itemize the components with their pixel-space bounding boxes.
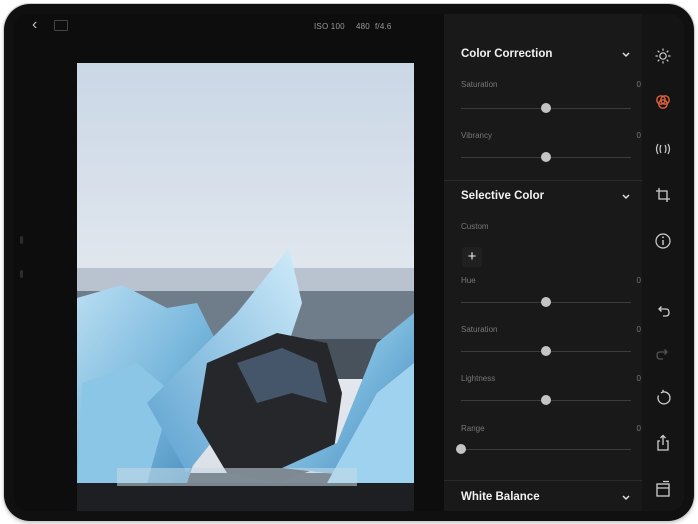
iso-readout: ISO 100 — [314, 22, 345, 31]
redo-icon[interactable] — [654, 346, 672, 364]
sc-saturation-knob[interactable] — [541, 346, 551, 356]
color-icon[interactable] — [654, 93, 672, 111]
vibrancy-slider[interactable] — [461, 152, 631, 162]
chevron-down-icon[interactable] — [621, 50, 631, 60]
range-knob[interactable] — [456, 444, 466, 454]
hue-label: Hue — [461, 276, 476, 285]
adjustments-panel: Color Correction Saturation 0 Vibrancy 0… — [444, 14, 642, 511]
add-color-button[interactable]: + — [462, 247, 482, 267]
saturation-slider[interactable] — [461, 103, 631, 113]
vibrancy-label: Vibrancy — [461, 131, 492, 140]
photo-canvas[interactable] — [77, 63, 414, 511]
vibrancy-value: 0 — [636, 131, 641, 140]
sc-saturation-value: 0 — [636, 325, 641, 334]
grid-icon[interactable] — [54, 20, 68, 31]
hue-slider[interactable] — [461, 297, 631, 307]
vibrancy-knob[interactable] — [541, 152, 551, 162]
chevron-down-icon[interactable] — [621, 493, 631, 503]
lightness-label: Lightness — [461, 374, 496, 383]
aperture-readout: f/4.6 — [375, 22, 392, 31]
info-icon[interactable] — [654, 232, 672, 250]
custom-label: Custom — [461, 222, 489, 231]
lightness-knob[interactable] — [541, 395, 551, 405]
light-icon[interactable] — [654, 47, 672, 65]
hue-knob[interactable] — [541, 297, 551, 307]
divider — [444, 480, 642, 481]
exposure-readout: 480 — [356, 22, 370, 31]
share-icon[interactable] — [654, 434, 672, 452]
lightness-slider[interactable] — [461, 395, 631, 405]
hue-value: 0 — [636, 276, 641, 285]
divider — [444, 180, 642, 181]
saturation-label: Saturation — [461, 80, 498, 89]
tablet-frame: ‹ ISO 100 480 f/4.6 Color Correction Sat… — [4, 4, 694, 521]
top-bar: ‹ ISO 100 480 f/4.6 — [14, 14, 442, 38]
crop-icon[interactable] — [654, 186, 672, 204]
effects-icon[interactable] — [654, 140, 672, 158]
undo-icon[interactable] — [654, 303, 672, 321]
compare-icon[interactable] — [654, 480, 672, 498]
color-correction-title[interactable]: Color Correction — [461, 48, 552, 60]
saturation-knob[interactable] — [541, 103, 551, 113]
back-button[interactable]: ‹ — [32, 16, 37, 34]
range-slider[interactable] — [456, 444, 631, 454]
white-balance-title[interactable]: White Balance — [461, 491, 540, 503]
tool-rail — [642, 14, 684, 511]
revert-icon[interactable] — [654, 389, 672, 407]
sc-saturation-slider[interactable] — [461, 346, 631, 356]
range-label: Range — [461, 424, 485, 433]
app-screen: ‹ ISO 100 480 f/4.6 Color Correction Sat… — [14, 14, 684, 511]
sc-saturation-label: Saturation — [461, 325, 498, 334]
saturation-value: 0 — [636, 80, 641, 89]
lightness-value: 0 — [636, 374, 641, 383]
photo-image — [77, 63, 414, 511]
side-dot — [20, 236, 23, 244]
chevron-down-icon[interactable] — [621, 192, 631, 202]
range-value: 0 — [636, 424, 641, 433]
selective-color-title[interactable]: Selective Color — [461, 190, 544, 202]
side-dot — [20, 270, 23, 278]
